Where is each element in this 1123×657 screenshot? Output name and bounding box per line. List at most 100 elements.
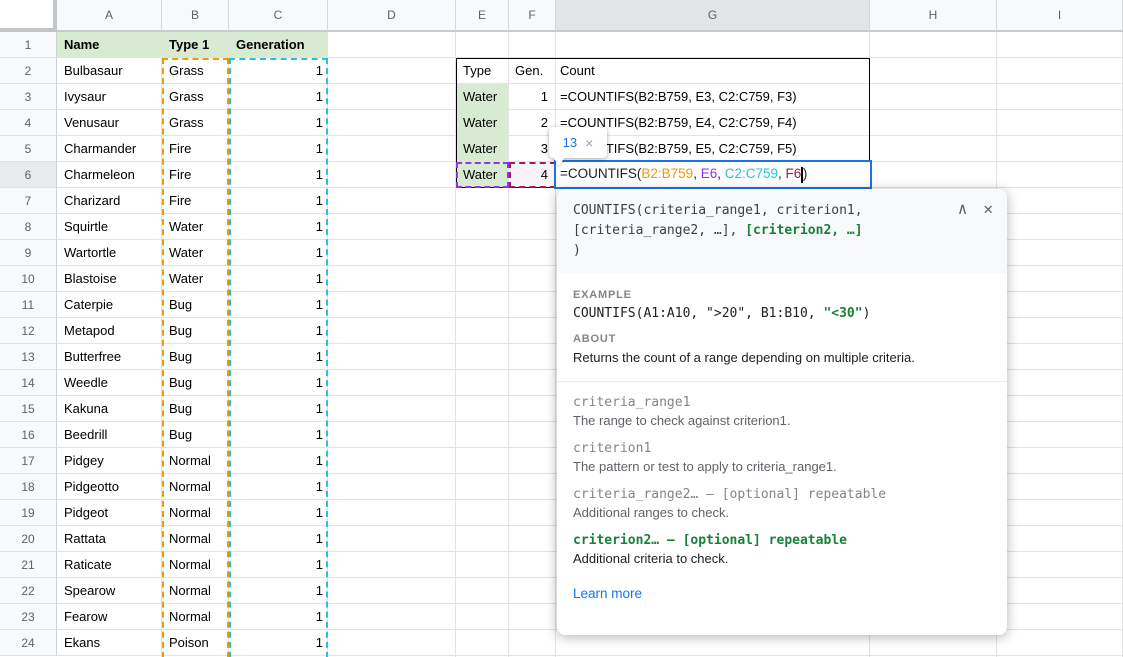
- cell-type[interactable]: Water: [162, 214, 229, 240]
- header-cell-B1[interactable]: Type 1: [162, 32, 229, 58]
- row-header-10[interactable]: 10: [0, 266, 57, 292]
- row-header-23[interactable]: 23: [0, 604, 57, 630]
- cell-generation[interactable]: 1: [229, 422, 328, 448]
- cell-name[interactable]: Weedle: [57, 370, 162, 396]
- row-header-2[interactable]: 2: [0, 58, 57, 84]
- row-header-15[interactable]: 15: [0, 396, 57, 422]
- cell-type[interactable]: Poison: [162, 630, 229, 656]
- cell-type[interactable]: Normal: [162, 526, 229, 552]
- cell-type[interactable]: Bug: [162, 292, 229, 318]
- cell-generation[interactable]: 1: [229, 266, 328, 292]
- cell-name[interactable]: Ivysaur: [57, 84, 162, 110]
- summary-cell-gen-F6[interactable]: 4: [509, 162, 556, 188]
- cell-name[interactable]: Squirtle: [57, 214, 162, 240]
- cell-generation[interactable]: 1: [229, 84, 328, 110]
- cell-name[interactable]: Butterfree: [57, 344, 162, 370]
- cell-type[interactable]: Bug: [162, 370, 229, 396]
- cell-name[interactable]: Fearow: [57, 604, 162, 630]
- cell-generation[interactable]: 1: [229, 214, 328, 240]
- header-cell-A1[interactable]: Name: [57, 32, 162, 58]
- column-header-B[interactable]: B: [162, 0, 229, 32]
- cell-type[interactable]: Water: [162, 240, 229, 266]
- cell-generation[interactable]: 1: [229, 526, 328, 552]
- cell-type[interactable]: Grass: [162, 110, 229, 136]
- cell-name[interactable]: Metapod: [57, 318, 162, 344]
- cell-generation[interactable]: 1: [229, 292, 328, 318]
- cell-generation[interactable]: 1: [229, 58, 328, 84]
- formula-editor-cell-G6[interactable]: =COUNTIFS(B2:B759, E6, C2:C759, F6): [554, 160, 872, 189]
- cell-type[interactable]: Bug: [162, 396, 229, 422]
- cell-name[interactable]: Caterpie: [57, 292, 162, 318]
- summary-cell-type-E6[interactable]: Water: [456, 162, 509, 188]
- row-header-3[interactable]: 3: [0, 84, 57, 110]
- row-header-5[interactable]: 5: [0, 136, 57, 162]
- cell-generation[interactable]: 1: [229, 630, 328, 656]
- summary-header-type[interactable]: Type: [456, 58, 509, 84]
- cell-generation[interactable]: 1: [229, 448, 328, 474]
- column-header-F[interactable]: F: [509, 0, 556, 32]
- close-icon[interactable]: ✕: [983, 199, 993, 219]
- row-header-11[interactable]: 11: [0, 292, 57, 318]
- cell-generation[interactable]: 1: [229, 344, 328, 370]
- cell-name[interactable]: Wartortle: [57, 240, 162, 266]
- cell-type[interactable]: Normal: [162, 500, 229, 526]
- row-header-6[interactable]: 6: [0, 162, 57, 188]
- cell-name[interactable]: Spearow: [57, 578, 162, 604]
- cell-name[interactable]: Ekans: [57, 630, 162, 656]
- row-header-14[interactable]: 14: [0, 370, 57, 396]
- row-header-12[interactable]: 12: [0, 318, 57, 344]
- cell-type[interactable]: Normal: [162, 474, 229, 500]
- cell-generation[interactable]: 1: [229, 552, 328, 578]
- cell-generation[interactable]: 1: [229, 318, 328, 344]
- cell-name[interactable]: Charizard: [57, 188, 162, 214]
- column-header-C[interactable]: C: [229, 0, 328, 32]
- summary-header-gen[interactable]: Gen.: [509, 58, 556, 84]
- column-header-D[interactable]: D: [328, 0, 456, 32]
- cell-name[interactable]: Beedrill: [57, 422, 162, 448]
- row-header-9[interactable]: 9: [0, 240, 57, 266]
- cell-type[interactable]: Grass: [162, 84, 229, 110]
- row-header-8[interactable]: 8: [0, 214, 57, 240]
- row-header-4[interactable]: 4: [0, 110, 57, 136]
- cell-name[interactable]: Bulbasaur: [57, 58, 162, 84]
- cell-name[interactable]: Rattata: [57, 526, 162, 552]
- row-header-22[interactable]: 22: [0, 578, 57, 604]
- row-header-7[interactable]: 7: [0, 188, 57, 214]
- cell-type[interactable]: Normal: [162, 448, 229, 474]
- column-header-H[interactable]: H: [870, 0, 997, 32]
- summary-cell-type[interactable]: Water: [456, 136, 509, 162]
- learn-more-link[interactable]: Learn more: [573, 586, 642, 601]
- row-header-20[interactable]: 20: [0, 526, 57, 552]
- column-header-I[interactable]: I: [997, 0, 1123, 32]
- column-header-G[interactable]: G: [556, 0, 870, 32]
- cell-type[interactable]: Grass: [162, 58, 229, 84]
- cell-generation[interactable]: 1: [229, 162, 328, 188]
- cell-generation[interactable]: 1: [229, 240, 328, 266]
- summary-cell-type[interactable]: Water: [456, 84, 509, 110]
- cell-generation[interactable]: 1: [229, 136, 328, 162]
- cell-name[interactable]: Charmeleon: [57, 162, 162, 188]
- row-header-21[interactable]: 21: [0, 552, 57, 578]
- cell-generation[interactable]: 1: [229, 396, 328, 422]
- collapse-icon[interactable]: ∧: [958, 199, 968, 219]
- cell-generation[interactable]: 1: [229, 188, 328, 214]
- row-header-13[interactable]: 13: [0, 344, 57, 370]
- cell-generation[interactable]: 1: [229, 500, 328, 526]
- cell-type[interactable]: Normal: [162, 578, 229, 604]
- row-header-24[interactable]: 24: [0, 630, 57, 656]
- cell-type[interactable]: Normal: [162, 604, 229, 630]
- column-header-E[interactable]: E: [456, 0, 509, 32]
- row-header-1[interactable]: 1: [0, 32, 57, 58]
- cell-type[interactable]: Fire: [162, 162, 229, 188]
- row-header-19[interactable]: 19: [0, 500, 57, 526]
- row-header-17[interactable]: 17: [0, 448, 57, 474]
- cell-type[interactable]: Normal: [162, 552, 229, 578]
- cell-name[interactable]: Charmander: [57, 136, 162, 162]
- cell-name[interactable]: Venusaur: [57, 110, 162, 136]
- cell-type[interactable]: Fire: [162, 136, 229, 162]
- summary-cell-gen[interactable]: 1: [509, 84, 556, 110]
- cell-type[interactable]: Bug: [162, 318, 229, 344]
- cell-generation[interactable]: 1: [229, 604, 328, 630]
- cell-name[interactable]: Raticate: [57, 552, 162, 578]
- cell-type[interactable]: Water: [162, 266, 229, 292]
